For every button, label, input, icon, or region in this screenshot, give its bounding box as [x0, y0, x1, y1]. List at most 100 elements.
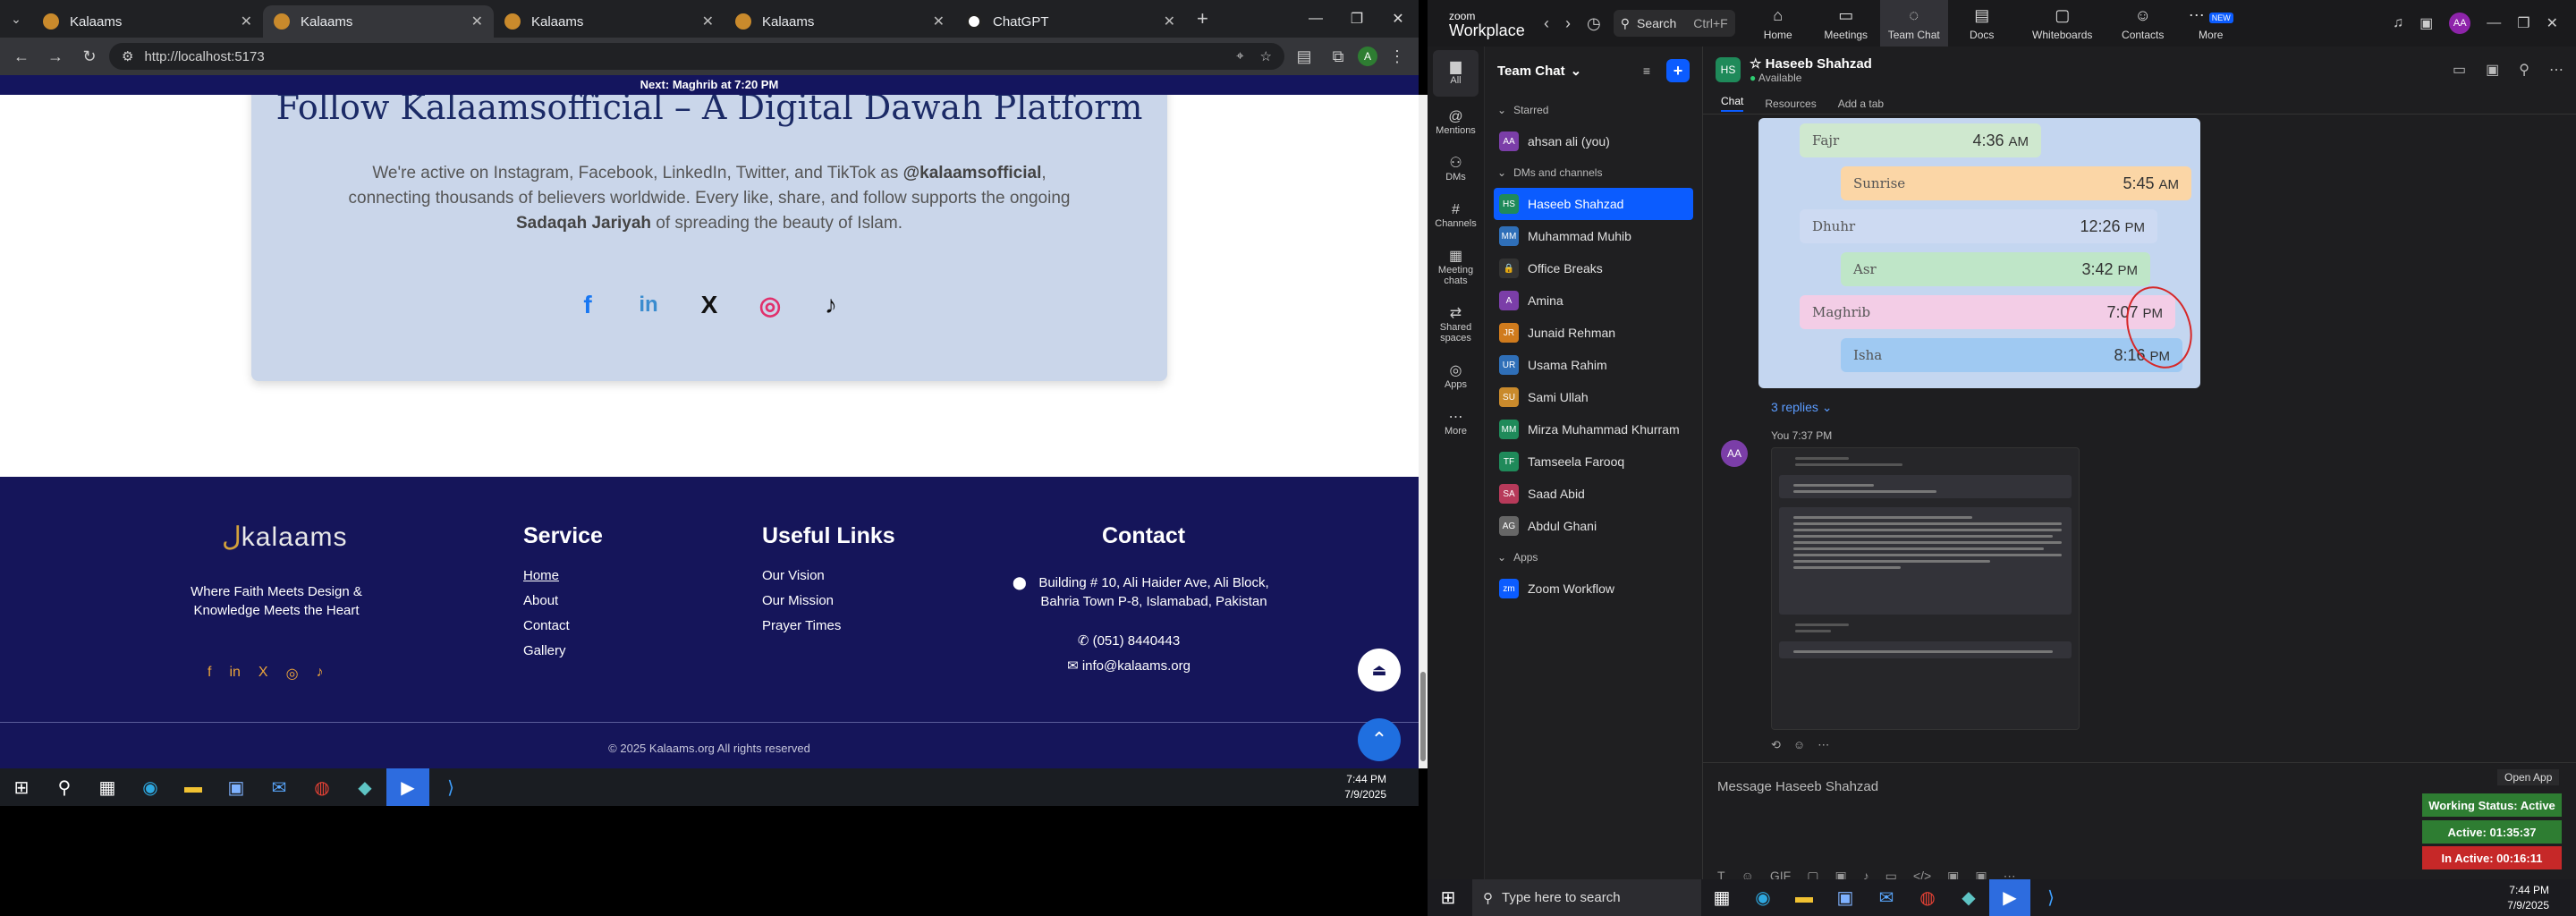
chrome-icon[interactable]: ◍	[301, 768, 343, 806]
site-info-icon[interactable]: ⚙	[122, 48, 133, 64]
rail-dms[interactable]: ⚇ DMs	[1428, 147, 1484, 193]
location-icon[interactable]: ⌖	[1236, 48, 1243, 64]
footer-link-gallery[interactable]: Gallery	[523, 639, 570, 664]
filter-icon[interactable]: ≡	[1643, 64, 1650, 78]
rail-channels[interactable]: # Channels	[1428, 193, 1484, 240]
tiktok-icon[interactable]: ♪	[816, 290, 846, 320]
video-icon[interactable]: ▭	[2453, 61, 2466, 79]
list-item[interactable]: AG Abdul Ghani	[1494, 510, 1693, 542]
more-dots-icon[interactable]: ⋯	[2549, 61, 2563, 79]
list-item[interactable]: SU Sami Ullah	[1494, 381, 1693, 413]
close-tab-icon[interactable]: ✕	[1164, 13, 1175, 30]
reload-icon[interactable]: ↻	[75, 42, 104, 71]
url-input[interactable]: ⚙ http://localhost:5173 ⌖ ☆	[109, 43, 1284, 70]
screen-share-icon[interactable]: ▣	[2486, 61, 2499, 79]
list-item[interactable]: 🔒 Office Breaks	[1494, 252, 1693, 284]
tab-add[interactable]: Add a tab	[1838, 98, 1884, 110]
windows-start-icon[interactable]: ⊞	[1428, 879, 1469, 916]
new-chat-button[interactable]: +	[1666, 59, 1690, 82]
zoom-app-icon[interactable]: ▶	[386, 768, 429, 806]
section-dms-channels[interactable]: ⌄ DMs and channels	[1485, 157, 1702, 188]
contact-phone[interactable]: (051) 8440443	[1093, 633, 1181, 649]
list-item[interactable]: MM Muhammad Muhib	[1494, 220, 1693, 252]
close-tab-icon[interactable]: ✕	[471, 13, 483, 30]
list-item[interactable]: TF Tamseela Farooq	[1494, 445, 1693, 478]
panel-icon[interactable]: ▣	[2419, 14, 2433, 32]
tab-whiteboards[interactable]: ▢ Whiteboards	[2016, 0, 2109, 47]
profile-avatar[interactable]: A	[1358, 47, 1377, 66]
footer-link-home[interactable]: Home	[523, 564, 570, 589]
rail-more[interactable]: ⋯ More	[1428, 401, 1484, 447]
tab-search-icon[interactable]: ⌄	[0, 0, 32, 38]
x-twitter-icon[interactable]: X	[258, 665, 268, 683]
prayer-times-screenshot[interactable]: Fajr 4:36 AM Sunrise 5:45 AM Dhuhr 12:26 PM…	[1758, 118, 2200, 388]
store-icon[interactable]: ▣	[1825, 879, 1866, 916]
close-tab-icon[interactable]: ✕	[702, 13, 714, 30]
maximize-icon[interactable]: ❐	[2517, 14, 2529, 32]
tab-meetings[interactable]: ▭ Meetings	[1812, 0, 1880, 47]
list-item[interactable]: zm Zoom Workflow	[1494, 572, 1693, 605]
more-dots-icon[interactable]: ⋯	[1818, 738, 1829, 752]
edge-icon[interactable]: ◉	[129, 768, 172, 806]
rail-apps[interactable]: ◎ Apps	[1428, 354, 1484, 401]
search-icon[interactable]: ⚲	[43, 768, 86, 806]
browser-tab[interactable]: Kalaams ✕	[494, 5, 724, 38]
tiktok-icon[interactable]: ♪	[317, 665, 324, 683]
browser-tab-active[interactable]: Kalaams ✕	[263, 5, 494, 38]
history-icon[interactable]: ◷	[1587, 14, 1601, 33]
footer-link-prayer-times[interactable]: Prayer Times	[762, 614, 841, 639]
task-view-icon[interactable]: ▦	[1701, 879, 1742, 916]
tab-docs[interactable]: ▤ Docs	[1948, 0, 2016, 47]
tab-chat[interactable]: Chat	[1721, 95, 1744, 112]
rail-all[interactable]: ▆ All	[1433, 50, 1479, 97]
close-tab-icon[interactable]: ✕	[933, 13, 945, 30]
vscode-icon[interactable]: ⟩	[429, 768, 472, 806]
footer-link-contact[interactable]: Contact	[523, 614, 570, 639]
linkedin-icon[interactable]: in	[229, 665, 240, 683]
x-twitter-icon[interactable]: X	[694, 290, 724, 320]
menu-kebab-icon[interactable]: ⋮	[1383, 42, 1411, 71]
list-item[interactable]: HS Haseeb Shahzad	[1494, 188, 1693, 220]
task-view-icon[interactable]: ▦	[86, 768, 129, 806]
file-explorer-icon[interactable]: ▬	[172, 768, 215, 806]
instagram-icon[interactable]: ◎	[755, 290, 785, 320]
taskbar-clock[interactable]: 7:44 PM 7/9/2025	[1344, 772, 1386, 802]
list-item[interactable]: JR Junaid Rehman	[1494, 317, 1693, 349]
close-tab-icon[interactable]: ✕	[241, 13, 252, 30]
star-icon[interactable]: ☆	[1750, 56, 1761, 72]
minimize-icon[interactable]: —	[2487, 15, 2501, 31]
vscode-icon[interactable]: ⟩	[2030, 879, 2072, 916]
kalaams-logo[interactable]: لkalaams	[222, 522, 348, 553]
open-app-button[interactable]: Open App	[2497, 769, 2560, 785]
scrollbar-thumb[interactable]	[1420, 672, 1426, 761]
tab-home[interactable]: ⌂ Home	[1744, 0, 1812, 47]
rail-shared-spaces[interactable]: ⇄ Shared spaces	[1428, 297, 1484, 354]
facebook-icon[interactable]: f	[208, 665, 211, 683]
extension-icon[interactable]: ▤	[1290, 42, 1318, 71]
scroll-icon[interactable]: ⏏	[1358, 649, 1401, 691]
facebook-icon[interactable]: f	[572, 290, 603, 320]
mail-app-icon[interactable]: ✉	[258, 768, 301, 806]
close-window-icon[interactable]: ✕	[1377, 0, 1419, 38]
bookmark-star-icon[interactable]: ☆	[1260, 48, 1272, 64]
replies-link[interactable]: 3 replies ⌄	[1771, 400, 1833, 415]
mail-app-icon[interactable]: ✉	[1866, 879, 1907, 916]
list-item[interactable]: AA ahsan ali (you)	[1494, 125, 1693, 157]
page-scrollbar[interactable]	[1419, 95, 1428, 768]
rail-mentions[interactable]: @ Mentions	[1428, 100, 1484, 147]
browser-tab[interactable]: ChatGPT ✕	[955, 5, 1186, 38]
rail-meeting-chats[interactable]: ▦ Meeting chats	[1428, 240, 1484, 297]
linkedin-icon[interactable]: in	[633, 290, 664, 320]
file-explorer-icon[interactable]: ▬	[1784, 879, 1825, 916]
list-item[interactable]: UR Usama Rahim	[1494, 349, 1693, 381]
tab-more[interactable]: ⋯ NEW More	[2177, 0, 2245, 47]
footer-link-mission[interactable]: Our Mission	[762, 589, 841, 614]
section-starred[interactable]: ⌄ Starred	[1485, 95, 1702, 125]
reply-icon[interactable]: ⟲	[1771, 738, 1781, 752]
browser-tab[interactable]: Kalaams ✕	[724, 5, 955, 38]
chrome-icon[interactable]: ◍	[1907, 879, 1948, 916]
zoom-app-icon[interactable]: ▶	[1989, 879, 2030, 916]
app-icon[interactable]: ◆	[1948, 879, 1989, 916]
tab-resources[interactable]: Resources	[1765, 98, 1816, 110]
bell-icon[interactable]: ♫	[2393, 15, 2403, 31]
